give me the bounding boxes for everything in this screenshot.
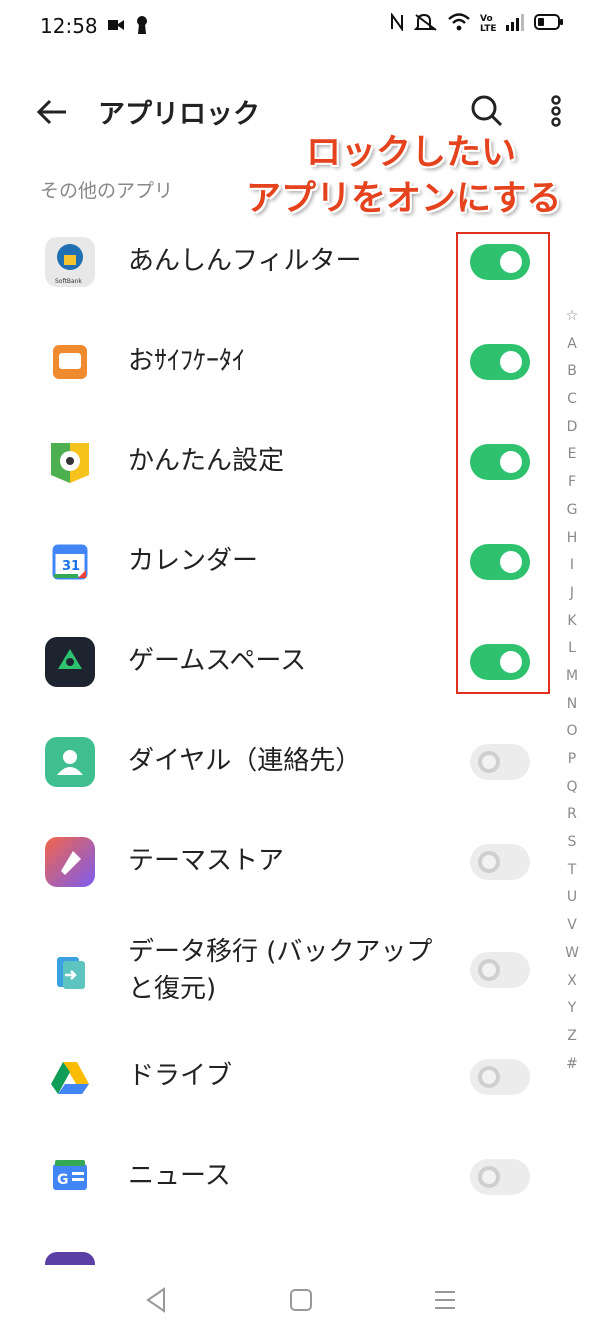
- contacts-icon: [45, 737, 95, 787]
- safety-filter-icon: SoftBank: [45, 237, 95, 287]
- index-letter[interactable]: A: [560, 336, 584, 364]
- app-name: テーマストア: [128, 846, 285, 876]
- easy-settings-icon: [45, 437, 95, 487]
- index-letter[interactable]: N: [560, 696, 584, 724]
- app-name: おｻｲﾌｹｰﾀｲ: [128, 346, 246, 376]
- more-options-icon[interactable]: [544, 94, 568, 128]
- index-letter[interactable]: J: [560, 585, 584, 613]
- index-letter[interactable]: U: [560, 889, 584, 917]
- nav-home-icon[interactable]: [289, 1288, 313, 1312]
- index-letter[interactable]: H: [560, 530, 584, 558]
- index-letter[interactable]: C: [560, 391, 584, 419]
- svg-text:G: G: [57, 1172, 69, 1188]
- battery-icon: [534, 14, 563, 30]
- status-bar: 12:58 Vo LTE: [0, 0, 602, 56]
- svg-text:SoftBank: SoftBank: [55, 278, 82, 285]
- status-icons: Vo LTE: [390, 12, 564, 32]
- index-letter[interactable]: M: [560, 668, 584, 696]
- app-lock-toggle[interactable]: [470, 952, 530, 988]
- index-letter[interactable]: #: [560, 1056, 584, 1084]
- app-lock-toggle[interactable]: [470, 1159, 530, 1195]
- svg-text:31: 31: [62, 559, 80, 574]
- nav-back-icon[interactable]: [144, 1287, 168, 1313]
- back-arrow-icon[interactable]: [34, 94, 70, 130]
- alphabet-index[interactable]: ☆ A B C D E F G H I J K L M N O P Q R S …: [560, 308, 584, 1083]
- volte-icon: Vo LTE: [480, 14, 496, 32]
- app-lock-toggle[interactable]: [470, 744, 530, 780]
- app-name: ゲームスペース: [128, 646, 307, 676]
- index-letter[interactable]: ☆: [560, 308, 584, 336]
- app-name: ダイヤル（連絡先）: [128, 746, 362, 776]
- index-letter[interactable]: G: [560, 502, 584, 530]
- index-letter[interactable]: V: [560, 917, 584, 945]
- nfc-icon: [391, 13, 403, 31]
- index-letter[interactable]: Y: [560, 1000, 584, 1028]
- news-icon: G: [45, 1152, 95, 1202]
- svg-text:LTE: LTE: [480, 24, 496, 32]
- index-letter[interactable]: X: [560, 973, 584, 1001]
- section-header: その他のアプリ: [40, 180, 174, 202]
- app-lock-toggle[interactable]: [470, 844, 530, 880]
- list-item[interactable]: ドライブ: [0, 1027, 560, 1127]
- app-name: あんしんフィルター: [128, 246, 362, 276]
- signal-icon: [506, 14, 524, 31]
- index-letter[interactable]: W: [560, 945, 584, 973]
- status-time: 12:58: [40, 14, 98, 38]
- svg-text:Vo: Vo: [480, 14, 493, 24]
- list-item[interactable]: データ移行 (バックアップ と復元): [0, 918, 560, 1028]
- nav-menu-icon[interactable]: [433, 1289, 457, 1311]
- mute-icon: [414, 13, 437, 31]
- keyhole-icon: [137, 16, 147, 34]
- index-letter[interactable]: P: [560, 751, 584, 779]
- calendar-icon: 31: [45, 537, 95, 587]
- index-letter[interactable]: S: [560, 834, 584, 862]
- app-name-line-2: と復元): [128, 974, 217, 1004]
- list-item[interactable]: ダイヤル（連絡先）: [0, 712, 560, 812]
- annotation-line-1: ロックしたい: [306, 133, 517, 173]
- app-name: かんたん設定: [128, 446, 285, 476]
- index-letter[interactable]: O: [560, 723, 584, 751]
- index-letter[interactable]: K: [560, 613, 584, 641]
- search-icon[interactable]: [470, 94, 504, 128]
- index-letter[interactable]: I: [560, 557, 584, 585]
- list-item[interactable]: [0, 1227, 560, 1267]
- list-item[interactable]: G ニュース: [0, 1127, 560, 1227]
- data-transfer-icon: [45, 947, 95, 997]
- game-space-icon: [45, 637, 95, 687]
- theme-store-icon: [45, 837, 95, 887]
- index-letter[interactable]: L: [560, 640, 584, 668]
- wifi-icon: [448, 13, 470, 31]
- app-name: ドライブ: [128, 1061, 233, 1091]
- index-letter[interactable]: D: [560, 419, 584, 447]
- video-record-icon: [108, 20, 124, 30]
- index-letter[interactable]: E: [560, 446, 584, 474]
- page-title: アプリロック: [98, 99, 260, 130]
- drive-icon: [45, 1052, 95, 1102]
- highlight-box: [456, 232, 550, 694]
- index-letter[interactable]: F: [560, 474, 584, 502]
- index-letter[interactable]: B: [560, 363, 584, 391]
- index-letter[interactable]: Z: [560, 1028, 584, 1056]
- app-name: データ移行 (バックアップ: [128, 937, 433, 967]
- app-lock-toggle[interactable]: [470, 1059, 530, 1095]
- index-letter[interactable]: T: [560, 862, 584, 890]
- navigation-bar: [0, 1265, 602, 1337]
- index-letter[interactable]: Q: [560, 779, 584, 807]
- list-item[interactable]: テーマストア: [0, 812, 560, 912]
- index-letter[interactable]: R: [560, 806, 584, 834]
- app-name: ニュース: [128, 1161, 231, 1191]
- app-name: カレンダー: [128, 546, 259, 576]
- osaifu-keitai-icon: [45, 337, 95, 387]
